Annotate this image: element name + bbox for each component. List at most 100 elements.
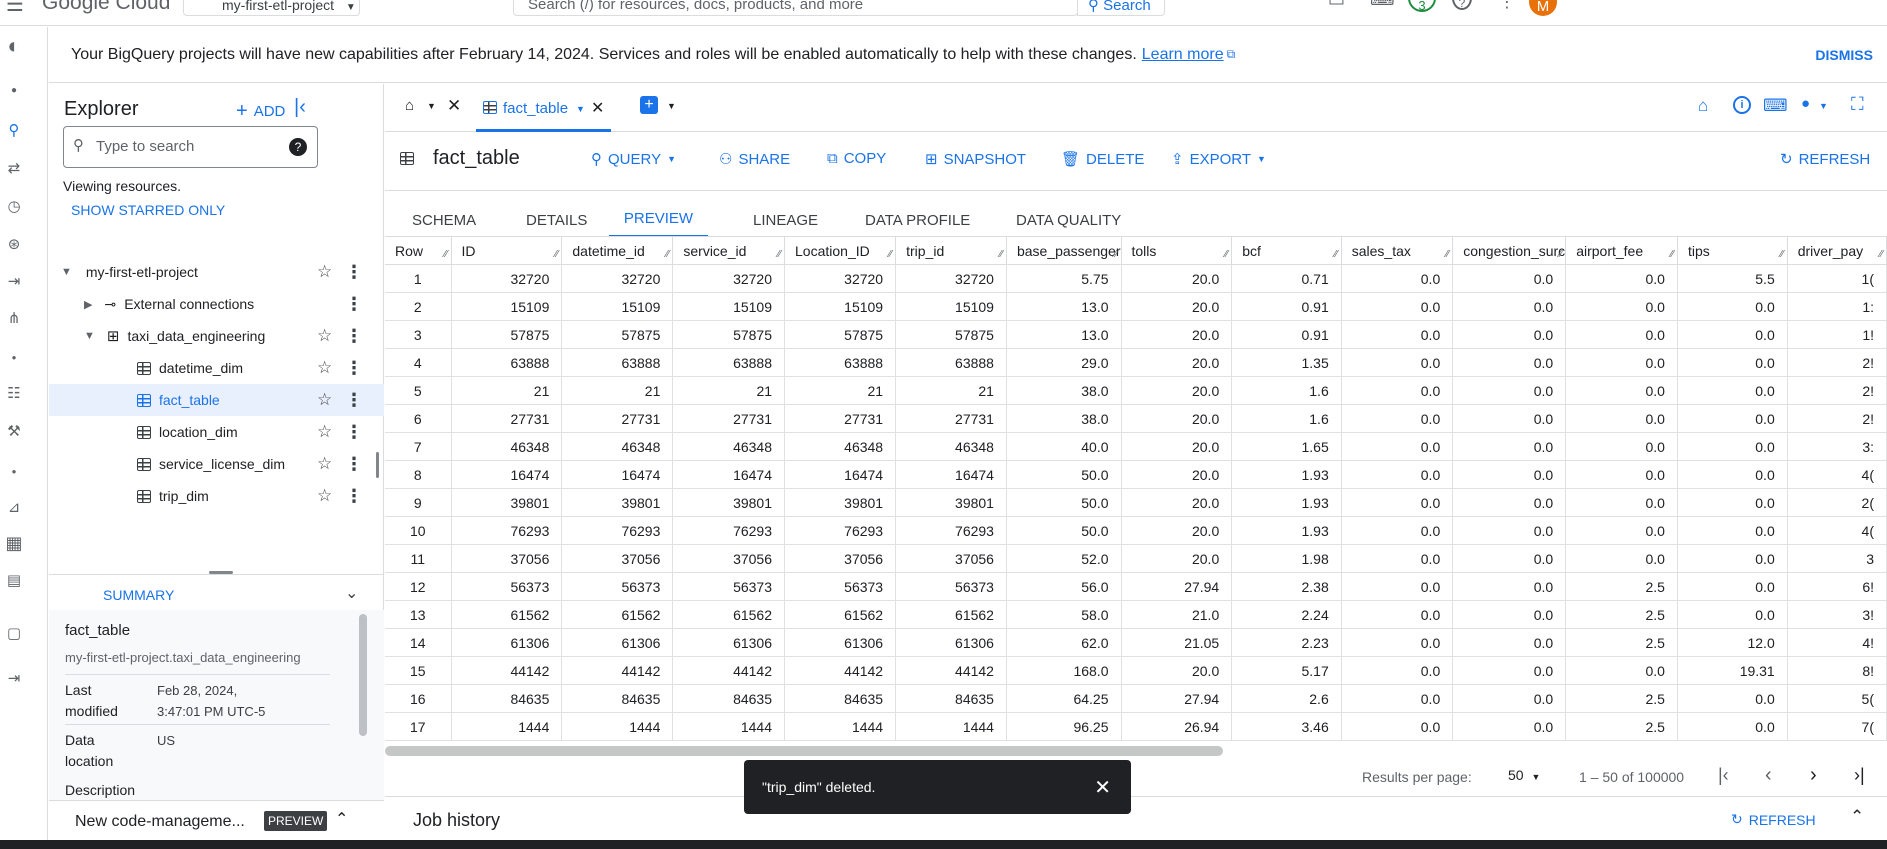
column-resize-icon[interactable]: ⁄⁄ (889, 249, 892, 260)
table-cell[interactable]: 1444 (895, 712, 1007, 741)
table-cell[interactable]: 1.93 (1231, 488, 1342, 517)
table-cell[interactable]: 0.0 (1677, 572, 1788, 601)
caret-down-icon[interactable]: ▼ (84, 330, 95, 342)
table-cell[interactable]: 1444 (451, 712, 563, 741)
caret-right-icon[interactable]: ▶ (84, 298, 92, 311)
table-cell[interactable]: 44142 (451, 656, 563, 685)
table-cell[interactable]: 2.5 (1565, 572, 1678, 601)
table-cell[interactable]: 56373 (784, 572, 897, 601)
table-cell[interactable]: 0.0 (1341, 488, 1454, 517)
table-row[interactable]: 6 27731 27731 27731 27731 27731 38.0 20.0 1.6 0.0… (385, 404, 1887, 433)
table-cell[interactable]: 1.93 (1231, 516, 1342, 545)
table-cell[interactable]: 76293 (451, 516, 563, 545)
tree-table-service-license-dim[interactable]: service_license_dim ☆ ⋮ (49, 448, 384, 480)
rail-migration-icon[interactable]: ⇥ (0, 272, 28, 290)
column-resize-icon[interactable]: ⁄⁄ (1559, 249, 1562, 260)
table-cell[interactable]: 1.6 (1231, 376, 1342, 405)
table-cell[interactable]: 0.0 (1341, 544, 1454, 573)
table-cell[interactable]: 2! (1787, 348, 1887, 377)
table-cell[interactable]: 63888 (895, 348, 1007, 377)
table-cell[interactable]: 0.0 (1452, 684, 1567, 713)
help-circle-icon[interactable]: ? (289, 138, 307, 156)
table-cell[interactable]: 0.0 (1565, 348, 1678, 377)
table-cell[interactable]: 8! (1787, 656, 1887, 685)
table-row[interactable]: 17 1444 1444 1444 1444 1444 96.25 26.94 3.46 0.0 0… (385, 712, 1887, 741)
table-cell[interactable]: 20.0 (1121, 544, 1233, 573)
column-header[interactable]: base_passenger ⁄⁄ (1006, 236, 1122, 265)
table-cell[interactable]: 76293 (561, 516, 674, 545)
table-cell[interactable]: 0.0 (1341, 320, 1454, 349)
table-cell[interactable]: 21 (672, 376, 786, 405)
column-resize-icon[interactable]: ⁄⁄ (1671, 249, 1674, 260)
table-cell[interactable]: 6! (1787, 572, 1887, 601)
horizontal-scrollbar[interactable] (385, 746, 1223, 756)
notification-badge[interactable]: 3 (1408, 0, 1436, 13)
star-icon[interactable]: ☆ (317, 358, 332, 378)
table-cell[interactable]: 76293 (672, 516, 786, 545)
column-resize-icon[interactable]: ⁄⁄ (1334, 249, 1337, 260)
table-cell[interactable]: 0.0 (1565, 488, 1678, 517)
table-cell[interactable]: 1444 (784, 712, 897, 741)
table-cell[interactable]: 37056 (451, 544, 563, 573)
table-cell[interactable]: 0.0 (1452, 544, 1567, 573)
table-cell[interactable]: 20.0 (1121, 320, 1233, 349)
table-cell[interactable]: 0.0 (1565, 432, 1678, 461)
table-cell[interactable]: 46348 (784, 432, 897, 461)
column-header[interactable]: congestion_surc ⁄⁄ (1452, 236, 1567, 265)
table-cell[interactable]: 5.75 (1006, 264, 1122, 293)
menu-icon[interactable]: ☰ (6, 0, 24, 17)
table-cell[interactable]: 0.0 (1677, 488, 1788, 517)
table-cell[interactable]: 0.0 (1452, 488, 1567, 517)
per-page-select[interactable]: 50 ▼ (1508, 767, 1540, 783)
table-cell[interactable]: 32720 (561, 264, 674, 293)
table-cell[interactable]: 3: (1787, 432, 1887, 461)
table-cell[interactable]: 27731 (561, 404, 674, 433)
table-cell[interactable]: 38.0 (1006, 404, 1122, 433)
column-header[interactable]: tips ⁄⁄ (1677, 236, 1788, 265)
table-row[interactable]: 15 44142 44142 44142 44142 44142 168.0 20.0 5.17… (385, 656, 1887, 685)
column-header[interactable]: airport_fee ⁄⁄ (1565, 236, 1678, 265)
table-cell[interactable]: 61562 (561, 600, 674, 629)
table-cell[interactable]: 37056 (561, 544, 674, 573)
star-icon[interactable]: ☆ (317, 422, 332, 442)
table-row[interactable]: 1 32720 32720 32720 32720 32720 5.75 20.0 0.71 0.… (385, 264, 1887, 293)
table-row[interactable]: 13 61562 61562 61562 61562 61562 58.0 21.0 2.24 0… (385, 600, 1887, 629)
star-icon[interactable]: ☆ (317, 326, 332, 346)
table-cell[interactable]: 39801 (561, 488, 674, 517)
table-cell[interactable]: 84635 (784, 684, 897, 713)
table-cell[interactable]: 61306 (784, 628, 897, 657)
table-cell[interactable]: 12.0 (1677, 628, 1788, 657)
table-cell[interactable]: 37056 (784, 544, 897, 573)
table-cell[interactable]: 0.0 (1341, 600, 1454, 629)
more-vert-icon[interactable]: ⋮ (345, 422, 363, 443)
row-number-cell[interactable]: 6 (385, 404, 452, 433)
table-cell[interactable]: 0.0 (1677, 320, 1788, 349)
table-cell[interactable]: 2.5 (1565, 628, 1678, 657)
column-resize-icon[interactable]: ⁄⁄ (1446, 249, 1449, 260)
tree-table-datetime-dim[interactable]: datetime_dim ☆ ⋮ (49, 352, 384, 384)
table-cell[interactable]: 56373 (672, 572, 786, 601)
table-cell[interactable]: 16474 (784, 460, 897, 489)
table-cell[interactable]: 0.0 (1677, 292, 1788, 321)
table-cell[interactable]: 56373 (895, 572, 1007, 601)
caret-down-icon[interactable]: ▼ (61, 266, 72, 278)
table-cell[interactable]: 39801 (895, 488, 1007, 517)
table-cell[interactable]: 0.0 (1452, 460, 1567, 489)
table-cell[interactable]: 44142 (784, 656, 897, 685)
table-cell[interactable]: 1.6 (1231, 404, 1342, 433)
column-resize-icon[interactable]: ⁄⁄ (1000, 249, 1003, 260)
table-cell[interactable]: 13.0 (1006, 320, 1122, 349)
bigquery-logo-icon[interactable]: ◐ (0, 33, 28, 59)
chevron-up-icon[interactable]: ⌃ (1850, 807, 1864, 827)
table-cell[interactable]: 57875 (451, 320, 563, 349)
chat-icon[interactable]: ▭ (1328, 0, 1345, 11)
google-cloud-logo[interactable]: Google Cloud (42, 0, 170, 15)
column-header[interactable]: sales_tax ⁄⁄ (1341, 236, 1454, 265)
row-number-cell[interactable]: 13 (385, 600, 452, 629)
table-cell[interactable]: 20.0 (1121, 348, 1233, 377)
table-row[interactable]: 2 15109 15109 15109 15109 15109 13.0 20.0 0.91 0.… (385, 292, 1887, 321)
table-cell[interactable]: 0.0 (1677, 348, 1788, 377)
add-button[interactable]: + ADD (236, 100, 285, 123)
table-cell[interactable]: 21 (784, 376, 897, 405)
table-cell[interactable]: 46348 (561, 432, 674, 461)
